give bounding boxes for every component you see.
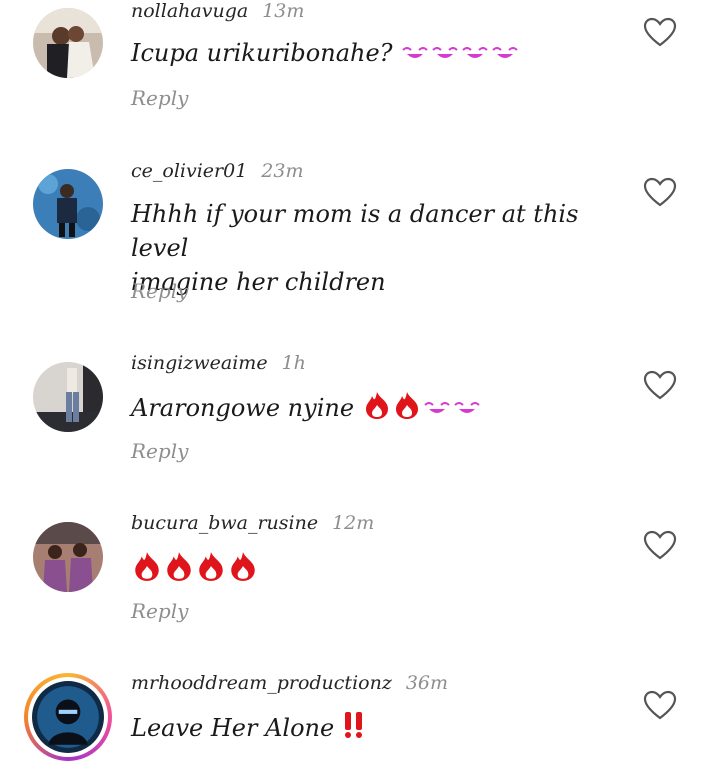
- laughing-emoji: [490, 38, 520, 72]
- reply-button[interactable]: Reply: [131, 599, 188, 623]
- heart-outline-icon[interactable]: [643, 690, 677, 720]
- reply-button[interactable]: Reply: [131, 86, 188, 110]
- username[interactable]: isingizweaime: [131, 352, 268, 374]
- fire-emoji: [195, 550, 227, 591]
- fire-emoji: [131, 550, 163, 591]
- laughing-emoji: [460, 38, 490, 72]
- laughing-emoji: [400, 38, 430, 72]
- comment-text: [131, 550, 631, 591]
- heart-outline-icon[interactable]: [643, 370, 677, 400]
- double-exclamation-emoji: [342, 710, 366, 749]
- fire-emoji: [163, 550, 195, 591]
- reply-button[interactable]: Reply: [131, 439, 188, 463]
- laughing-emoji: [430, 38, 460, 72]
- username[interactable]: nollahavuga: [131, 0, 248, 22]
- comment-text: Hhhh if your mom is a dancer at this lev…: [131, 197, 631, 299]
- timestamp: 13m: [262, 0, 305, 22]
- comment-text-body: Leave Her Alone: [131, 714, 335, 742]
- avatar-ring-inner: [28, 677, 108, 757]
- timestamp: 36m: [405, 672, 449, 694]
- comment-meta: bucura_bwa_rusine 12m: [131, 512, 374, 534]
- heart-outline-icon[interactable]: [643, 177, 677, 207]
- timestamp: 23m: [261, 160, 304, 182]
- heart-outline-icon[interactable]: [643, 17, 677, 47]
- comment-meta: nollahavuga 13m: [131, 0, 304, 22]
- comment-text: Ararongowe nyine: [131, 390, 631, 429]
- timestamp: 1h: [281, 352, 306, 374]
- username[interactable]: mrhooddream_productionz: [131, 672, 392, 694]
- heart-outline-icon[interactable]: [643, 530, 677, 560]
- comment-text-body: Icupa urikuribonahe?: [131, 39, 393, 67]
- reply-button[interactable]: Reply: [131, 279, 188, 303]
- fire-emoji: [227, 550, 259, 591]
- comment-meta: ce_olivier01 23m: [131, 160, 304, 182]
- comment-text-line: Hhhh if your mom is a dancer at this lev…: [131, 200, 579, 262]
- laughing-emoji: [422, 393, 452, 427]
- avatar[interactable]: [33, 169, 103, 239]
- comment-text-body: Ararongowe nyine: [131, 394, 355, 422]
- fire-emoji: [362, 390, 392, 429]
- comment-text-line: imagine her children: [131, 268, 386, 296]
- fire-emoji: [392, 390, 422, 429]
- avatar[interactable]: [33, 8, 103, 78]
- laughing-emoji: [452, 393, 482, 427]
- comment-meta: mrhooddream_productionz 36m: [131, 672, 448, 694]
- comment-meta: isingizweaime 1h: [131, 352, 306, 374]
- avatar[interactable]: [33, 362, 103, 432]
- comment-text: Leave Her Alone: [131, 710, 631, 749]
- timestamp: 12m: [332, 512, 375, 534]
- avatar[interactable]: [33, 522, 103, 592]
- username[interactable]: bucura_bwa_rusine: [131, 512, 318, 534]
- username[interactable]: ce_olivier01: [131, 160, 247, 182]
- avatar-story-ring[interactable]: [24, 673, 112, 761]
- avatar[interactable]: [32, 681, 104, 753]
- comment-text: Icupa urikuribonahe?: [131, 36, 631, 72]
